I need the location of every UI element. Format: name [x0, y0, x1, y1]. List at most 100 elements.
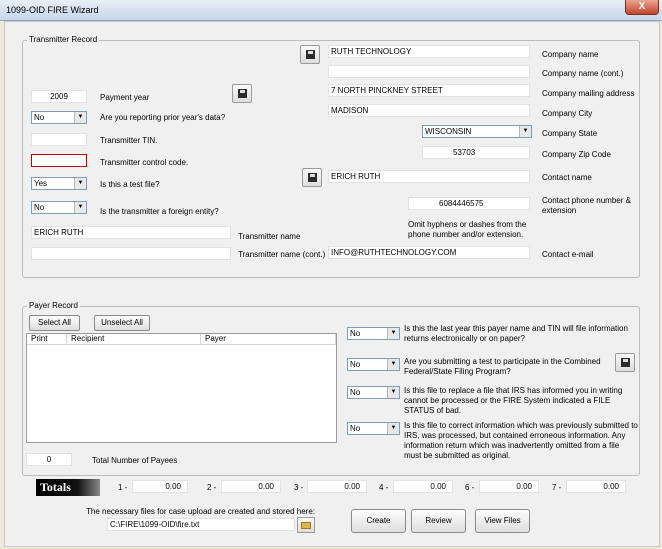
save-company-button[interactable]: [300, 45, 320, 64]
total-3-value: 0.00: [307, 480, 367, 493]
prior-year-value: No: [34, 113, 45, 122]
column-header-payer[interactable]: Payer: [201, 334, 336, 345]
company-city-label: Company City: [542, 109, 593, 118]
phone-note: Omit hyphens or dashes from the phone nu…: [408, 220, 527, 239]
total-7-label: 7 -: [552, 483, 562, 492]
prior-year-label: Are you reporting prior year's data?: [100, 113, 226, 122]
mailing-address-label: Company mailing address: [542, 89, 635, 98]
payment-year-label: Payment year: [100, 93, 150, 102]
column-header-recipient[interactable]: Recipient: [67, 334, 201, 345]
review-button[interactable]: Review: [411, 509, 466, 533]
floppy-disk-icon: [308, 173, 317, 182]
transmitter-name-cont-field[interactable]: [31, 247, 231, 260]
chevron-down-icon: ▼: [387, 387, 399, 398]
contact-name-field[interactable]: ERICH RUTH: [328, 170, 530, 183]
transmitter-tin-field[interactable]: [31, 133, 87, 146]
last-year-select[interactable]: No ▼: [347, 327, 400, 340]
test-file-label: Is this a test file?: [100, 180, 160, 189]
total-2-value: 0.00: [221, 480, 281, 493]
total-1-label: 1 -: [118, 483, 128, 492]
browse-button[interactable]: [297, 517, 315, 533]
cfsf-test-value: No: [350, 360, 361, 369]
save-contact-button[interactable]: [302, 168, 322, 187]
chevron-down-icon: ▼: [74, 178, 86, 189]
company-name-field[interactable]: RUTH TECHNOLOGY: [328, 45, 530, 58]
chevron-down-icon: ▼: [387, 359, 399, 370]
foreign-entity-value: No: [34, 203, 45, 212]
view-files-button[interactable]: View Files: [475, 509, 530, 533]
transmitter-tin-label: Transmitter TIN.: [100, 136, 158, 145]
floppy-disk-icon: [621, 358, 630, 367]
payer-list[interactable]: Print Recipient Payer: [26, 333, 337, 443]
payer-record-legend: Payer Record: [27, 301, 80, 310]
foreign-entity-select[interactable]: No ▼: [31, 201, 87, 214]
total-4-label: 4 -: [379, 483, 389, 492]
foreign-entity-label: Is the transmitter a foreign entity?: [100, 207, 219, 216]
transmitter-name-field[interactable]: ERICH RUTH: [31, 226, 231, 239]
window-title: 1099-OID FIRE Wizard: [6, 5, 99, 15]
save-payer-button[interactable]: [615, 353, 635, 372]
chevron-down-icon: ▼: [74, 112, 86, 123]
total-payees-field: 0: [26, 453, 72, 466]
total-6-label: 6 -: [465, 483, 475, 492]
company-name-cont-field[interactable]: [328, 65, 530, 78]
prior-year-select[interactable]: No ▼: [31, 111, 87, 124]
replacement-file-value: No: [350, 388, 361, 397]
chevron-down-icon: ▼: [387, 328, 399, 339]
company-zip-field[interactable]: 53703: [422, 146, 530, 159]
total-7-value: 0.00: [566, 480, 626, 493]
correction-file-question: Is this file to correct information whic…: [404, 421, 638, 460]
transmitter-control-code-label: Transmitter control code.: [100, 158, 189, 167]
select-all-button[interactable]: Select All: [29, 315, 80, 331]
last-year-value: No: [350, 329, 361, 338]
output-location-note: The necessary files for case upload are …: [86, 507, 316, 516]
company-state-select[interactable]: WISCONSIN ▼: [422, 125, 532, 138]
title-bar: 1099-OID FIRE Wizard X: [0, 0, 662, 21]
total-payees-label: Total Number of Payees: [92, 456, 178, 465]
folder-open-icon: [301, 522, 311, 529]
company-name-label: Company name: [542, 50, 599, 59]
transmitter-record-legend: Transmitter Record: [27, 35, 100, 44]
replacement-file-question: Is this file to replace a file that IRS …: [404, 386, 623, 415]
cfsf-test-question: Are you submitting a test to participate…: [404, 357, 601, 376]
total-4-value: 0.00: [393, 480, 453, 493]
last-year-question: Is this the last year this payer name an…: [404, 324, 628, 343]
company-state-label: Company State: [542, 129, 598, 138]
transmitter-name-label: Transmitter name: [238, 232, 301, 241]
correction-file-select[interactable]: No ▼: [347, 422, 400, 435]
transmitter-control-code-field[interactable]: [31, 154, 87, 167]
cfsf-test-select[interactable]: No ▼: [347, 358, 400, 371]
total-6-value: 0.00: [479, 480, 539, 493]
total-2-label: 2 -: [207, 483, 217, 492]
company-name-cont-label: Company name (cont.): [542, 69, 624, 78]
test-file-value: Yes: [34, 179, 48, 188]
create-button[interactable]: Create: [351, 509, 406, 533]
total-1-value: 0.00: [132, 480, 188, 493]
replacement-file-select[interactable]: No ▼: [347, 386, 400, 399]
correction-file-value: No: [350, 424, 361, 433]
unselect-all-button[interactable]: Unselect All: [94, 315, 150, 331]
mailing-address-field[interactable]: 7 NORTH PINCKNEY STREET: [328, 84, 530, 97]
contact-name-label: Contact name: [542, 173, 592, 182]
floppy-disk-icon: [238, 89, 247, 98]
contact-email-label: Contact e-mail: [542, 250, 594, 259]
company-zip-label: Company Zip Code: [542, 150, 611, 159]
column-header-print[interactable]: Print: [27, 334, 67, 345]
company-city-field[interactable]: MADISON: [328, 104, 530, 117]
payment-year-field[interactable]: 2009: [31, 90, 87, 103]
test-file-select[interactable]: Yes ▼: [31, 177, 87, 190]
chevron-down-icon: ▼: [519, 126, 531, 137]
chevron-down-icon: ▼: [387, 423, 399, 434]
contact-email-field[interactable]: INFO@RUTHTECHNOLOGY.COM: [328, 246, 530, 259]
chevron-down-icon: ▼: [74, 202, 86, 213]
contact-phone-field[interactable]: 6084446575: [408, 197, 530, 210]
contact-phone-label: Contact phone number & extension: [542, 196, 631, 215]
save-year-button[interactable]: [232, 84, 252, 103]
company-state-value: WISCONSIN: [425, 127, 472, 136]
output-path-field[interactable]: C:\FIRE\1099-OID\fire.txt: [107, 518, 295, 531]
transmitter-name-cont-label: Transmitter name (cont.): [238, 250, 326, 259]
totals-banner: Totals: [36, 479, 100, 496]
close-button[interactable]: X: [625, 0, 659, 15]
floppy-disk-icon: [306, 50, 315, 59]
total-3-label: 3 -: [294, 483, 304, 492]
